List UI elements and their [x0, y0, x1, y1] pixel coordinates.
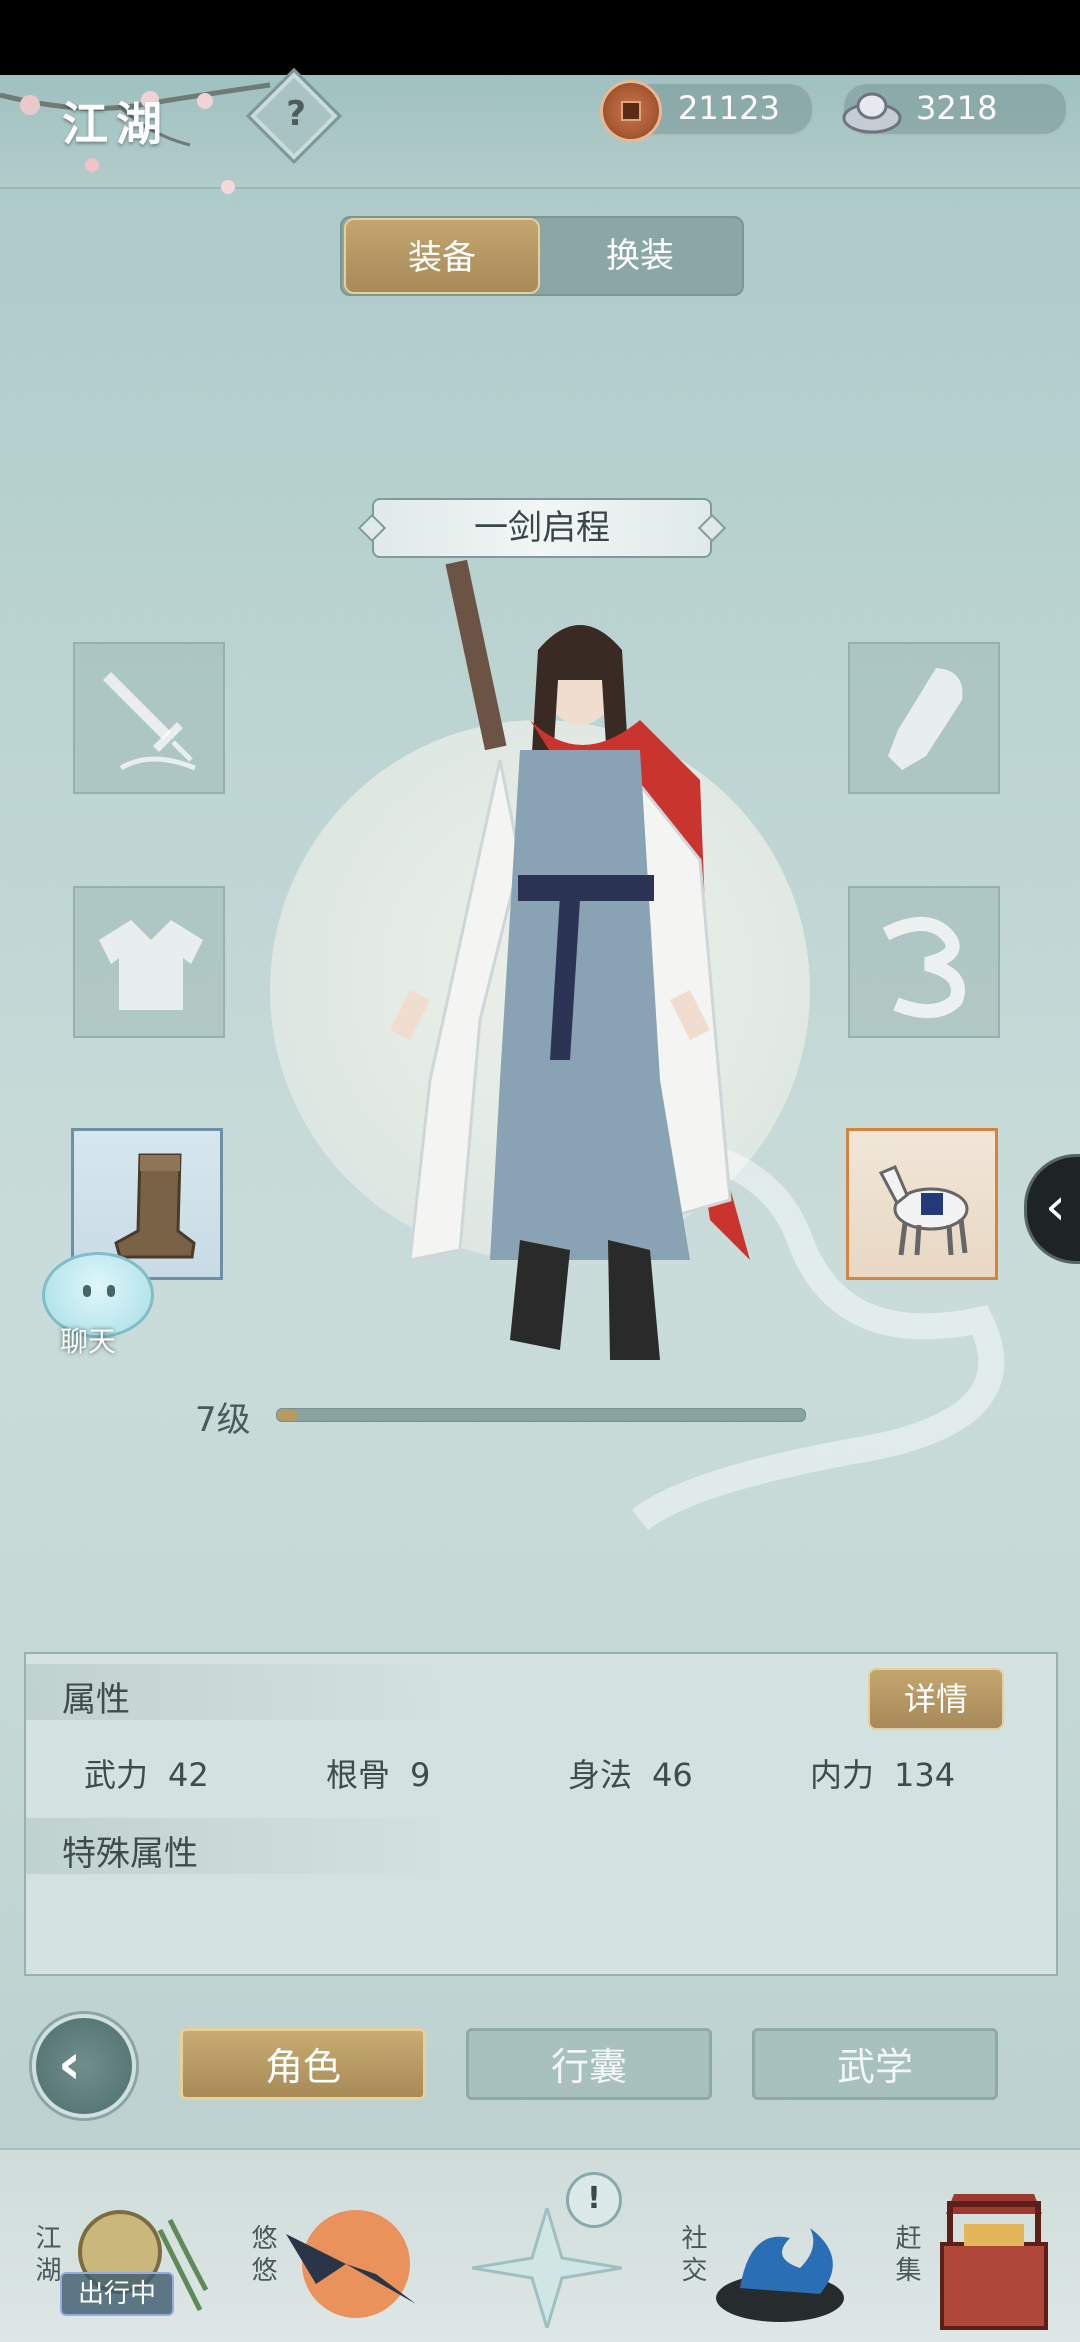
attribute-panel: 属性 详情 武力 42 根骨 9 身法 46 内力 134 特殊属性	[24, 1652, 1058, 1976]
tab-outfit[interactable]: 换装	[542, 218, 738, 294]
boots-icon	[114, 1153, 196, 1259]
equip-tab-group: 装备 换装	[340, 216, 744, 296]
slot-armor[interactable]	[73, 886, 225, 1038]
copper-coin-icon	[600, 80, 662, 142]
status-bar	[0, 0, 1080, 75]
detail-button[interactable]: 详情	[868, 1668, 1004, 1730]
slot-accessory[interactable]	[848, 886, 1000, 1038]
chat-label[interactable]: 聊天	[60, 1320, 116, 1360]
travel-status-tag: 出行中	[60, 2272, 174, 2316]
stat-item: 根骨 9	[326, 1750, 430, 1796]
wave-icon	[716, 2228, 844, 2322]
exp-bar-fill	[277, 1409, 299, 1421]
robe-icon	[99, 920, 203, 1010]
level-label: 7级	[195, 1400, 251, 1440]
silver-amount: 3218	[916, 89, 998, 127]
stat-item: 身法 46	[568, 1750, 693, 1796]
stat-value: 9	[410, 1756, 431, 1794]
tab-martial-arts[interactable]: 武学	[752, 2028, 998, 2100]
nav-market[interactable]: 赶集	[880, 2180, 1070, 2330]
cloud-charm-icon	[882, 917, 965, 1019]
stat-label: 身法	[568, 1756, 633, 1794]
stat-value: 42	[168, 1756, 209, 1794]
silver-ingot-icon	[842, 92, 902, 134]
page-title: 江湖	[62, 97, 170, 151]
slot-weapon[interactable]	[73, 642, 225, 794]
copper-currency: 21123	[600, 80, 814, 142]
swallow-sun-icon	[286, 2210, 416, 2318]
slot-bracer[interactable]	[848, 642, 1000, 794]
sword-icon	[103, 672, 196, 771]
stat-label: 根骨	[326, 1756, 391, 1794]
nav-jianghu[interactable]: 江湖 出行中	[20, 2180, 210, 2330]
nav-youyou[interactable]: 悠悠	[236, 2180, 426, 2330]
horse-icon	[878, 1165, 969, 1256]
slot-mount[interactable]	[846, 1128, 998, 1280]
market-basket-icon	[940, 2194, 1048, 2330]
exp-bar	[276, 1408, 806, 1422]
stat-label: 武力	[84, 1756, 149, 1794]
nav-label: 赶集	[891, 2224, 921, 2288]
silver-currency: 3218	[842, 82, 1068, 136]
chevron-left-icon: ‹	[1045, 1177, 1066, 1237]
character-title: 一剑启程	[372, 498, 712, 558]
tab-equip[interactable]: 装备	[344, 218, 540, 294]
stat-label: 内力	[810, 1756, 875, 1794]
back-button[interactable]: ‹	[32, 2014, 136, 2118]
stat-item: 内力 134	[810, 1750, 955, 1796]
nav-label: 社交	[677, 2224, 707, 2288]
notification-badge: !	[566, 2172, 622, 2228]
attribute-heading: 属性	[26, 1664, 456, 1720]
special-attribute-label: 特殊属性	[62, 1834, 198, 1874]
bracer-icon	[888, 668, 963, 770]
stat-item: 武力 42	[84, 1750, 209, 1796]
copper-amount: 21123	[678, 89, 780, 127]
back-arrow-icon: ‹	[58, 2032, 82, 2097]
stat-value: 46	[652, 1756, 693, 1794]
attribute-heading-label: 属性	[62, 1680, 130, 1720]
stat-value: 134	[894, 1756, 956, 1794]
nav-social[interactable]: 社交	[666, 2180, 856, 2330]
character-figure	[390, 560, 750, 1360]
tab-inventory[interactable]: 行囊	[466, 2028, 712, 2100]
tab-character[interactable]: 角色	[180, 2028, 426, 2100]
special-attribute-heading: 特殊属性	[26, 1818, 456, 1874]
